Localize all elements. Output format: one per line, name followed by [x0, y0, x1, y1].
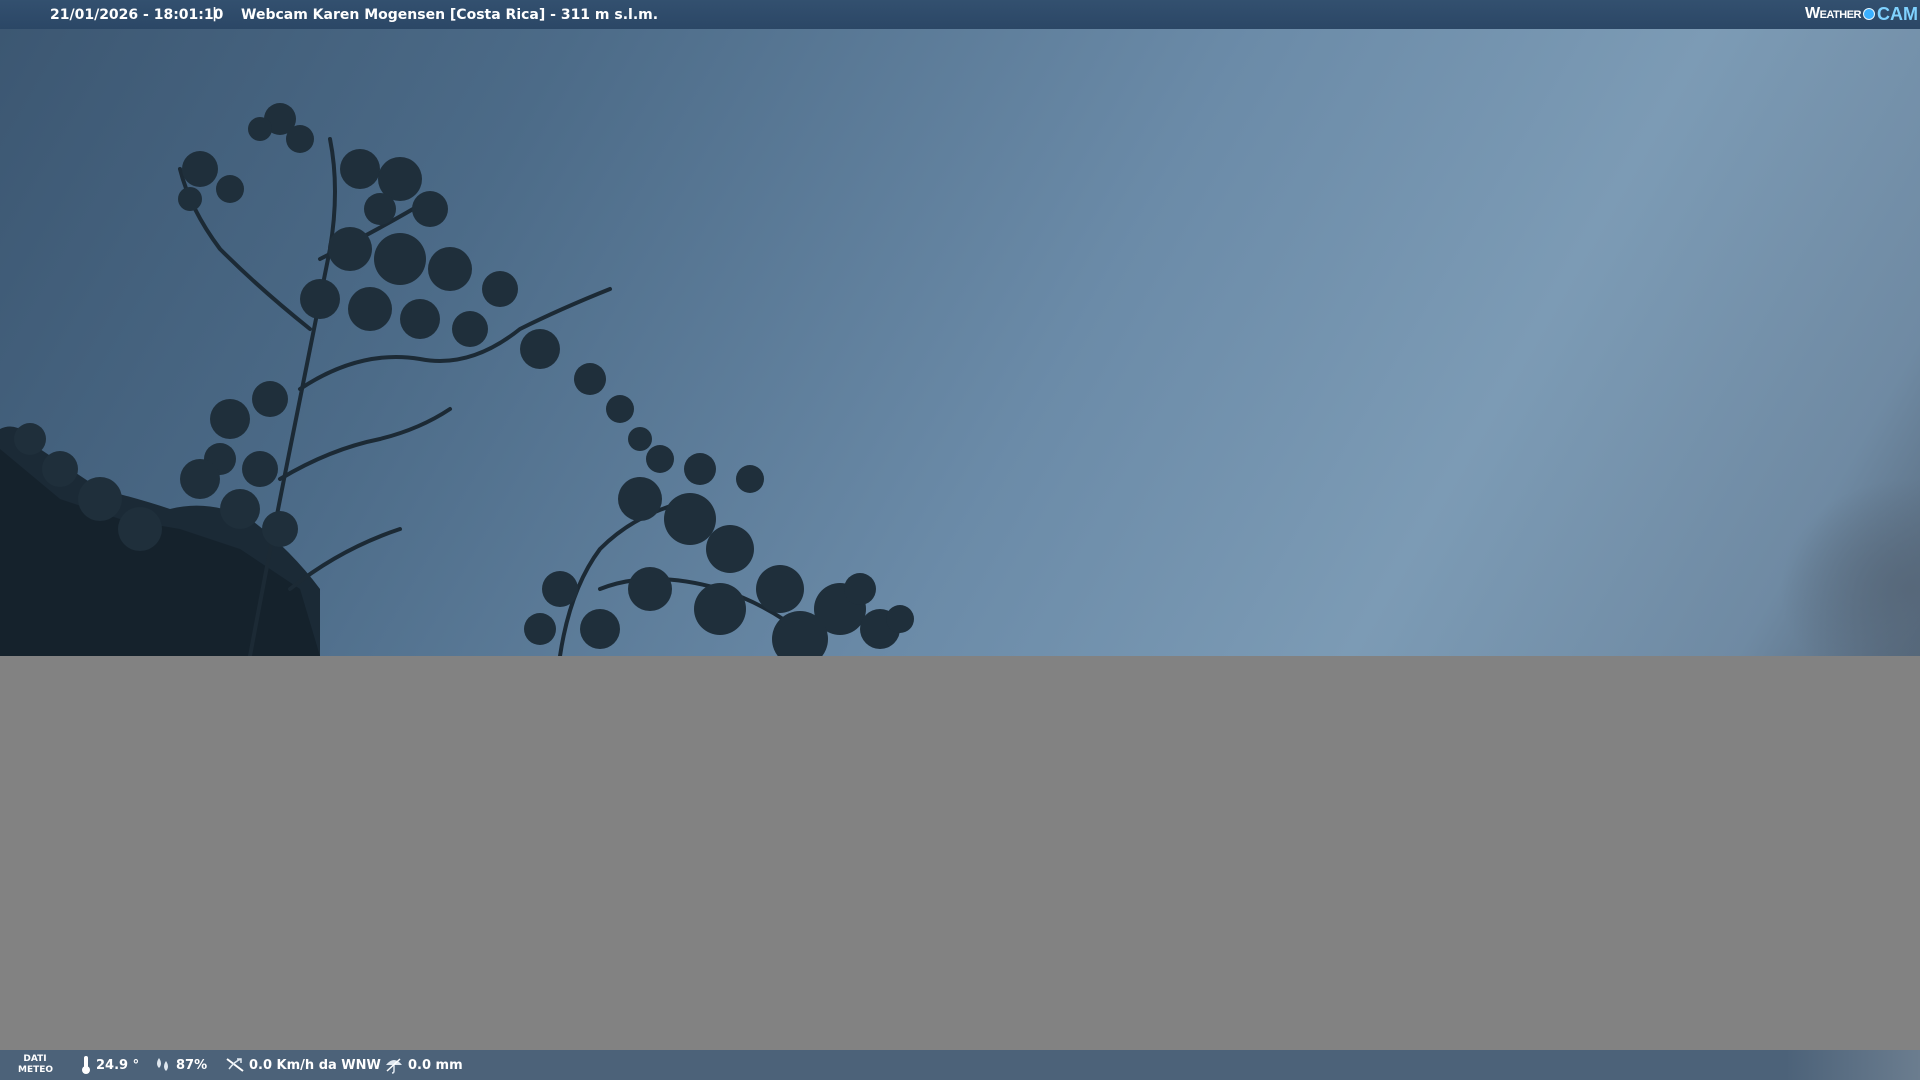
dati-line1: DATI — [23, 1054, 47, 1064]
temperature-value: 24.9 ° — [96, 1057, 140, 1073]
dati-meteo-label[interactable]: DATI METEO — [18, 1054, 54, 1076]
logo-dot-icon — [1863, 8, 1875, 20]
weathercam-logo[interactable]: Weather CAM — [1805, 2, 1918, 26]
temperature-metric: 24.9 ° — [80, 1050, 139, 1080]
logo-cam-text: CAM — [1877, 3, 1918, 24]
wind-metric: 0.0 Km/h da WNW — [225, 1050, 381, 1080]
webcam-header-bar: 21/01/2026 - 18:01:10 | Webcam Karen Mog… — [0, 0, 1920, 29]
webcam-title: Webcam Karen Mogensen [Costa Rica] - 311… — [241, 7, 659, 23]
timestamp: 21/01/2026 - 18:01:10 — [50, 7, 224, 23]
logo-weather-text: Weather — [1804, 5, 1862, 22]
rain-value: 0.0 mm — [408, 1057, 463, 1073]
rain-icon — [386, 1058, 402, 1074]
humidity-metric: 87% — [154, 1050, 207, 1080]
wind-value: 0.0 Km/h da WNW — [249, 1057, 381, 1073]
rain-metric: 0.0 mm — [384, 1050, 463, 1080]
humidity-value: 87% — [176, 1057, 208, 1073]
dati-line2: METEO — [18, 1065, 54, 1075]
header-separator: | — [212, 6, 218, 22]
humidity-icon — [157, 1058, 168, 1071]
thermometer-icon — [82, 1056, 90, 1074]
weather-data-bar: DATI METEO 24.9 ° 87% 0.0 Km/h da WNW 0.… — [0, 1050, 1920, 1080]
no-signal-area — [0, 656, 1920, 1050]
webcam-image — [0, 29, 1920, 656]
wind-icon — [226, 1058, 244, 1072]
tree-silhouette — [0, 103, 1920, 656]
